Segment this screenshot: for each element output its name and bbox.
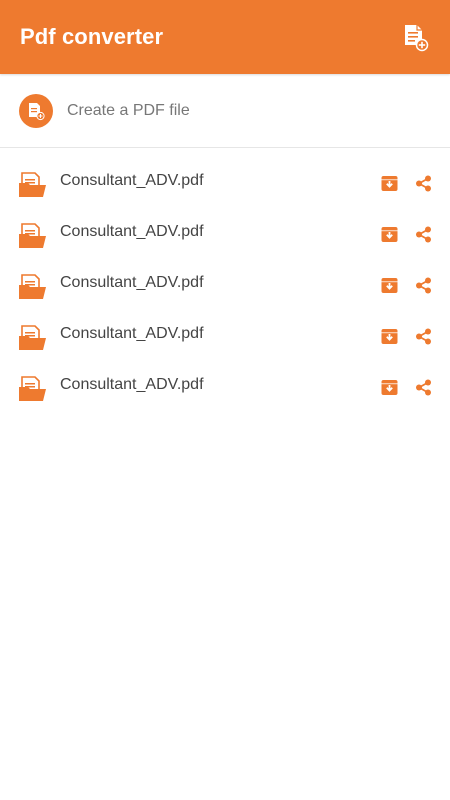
file-list-item[interactable]: Consultant_ADV.pdf xyxy=(0,362,450,413)
create-pdf-icon-badge xyxy=(19,93,53,128)
save-button[interactable] xyxy=(380,174,398,192)
file-name: Consultant_ADV.pdf xyxy=(60,171,204,189)
file-name: Consultant_ADV.pdf xyxy=(60,324,204,342)
new-pdf-button[interactable] xyxy=(398,20,432,54)
pdf-folder-icon xyxy=(19,273,46,299)
share-icon xyxy=(415,175,431,191)
file-name: Consultant_ADV.pdf xyxy=(60,375,204,393)
pdf-folder-icon xyxy=(19,222,46,248)
file-list-item[interactable]: Consultant_ADV.pdf xyxy=(0,311,450,362)
download-box-icon xyxy=(381,379,397,395)
file-list: Consultant_ADV.pdf Consultant_ADV.pdf Co… xyxy=(0,148,450,413)
share-button[interactable] xyxy=(414,378,432,396)
pdf-folder-icon xyxy=(19,324,46,350)
download-box-icon xyxy=(381,226,397,242)
file-name: Consultant_ADV.pdf xyxy=(60,273,204,291)
share-icon xyxy=(415,277,431,293)
share-button[interactable] xyxy=(414,327,432,345)
share-icon xyxy=(415,328,431,344)
share-button[interactable] xyxy=(414,174,432,192)
share-icon xyxy=(415,226,431,242)
save-button[interactable] xyxy=(380,225,398,243)
file-list-item[interactable]: Consultant_ADV.pdf xyxy=(0,158,450,209)
save-button[interactable] xyxy=(380,327,398,345)
add-document-icon xyxy=(29,102,45,120)
share-icon xyxy=(415,379,431,395)
create-pdf-label: Create a PDF file xyxy=(67,101,190,119)
share-button[interactable] xyxy=(414,225,432,243)
app-bar: Pdf converter xyxy=(0,0,450,74)
save-button[interactable] xyxy=(380,378,398,396)
pdf-folder-icon xyxy=(19,375,46,401)
file-list-item[interactable]: Consultant_ADV.pdf xyxy=(0,260,450,311)
pdf-folder-icon xyxy=(19,171,46,197)
download-box-icon xyxy=(381,277,397,293)
file-name: Consultant_ADV.pdf xyxy=(60,222,204,240)
share-button[interactable] xyxy=(414,276,432,294)
create-pdf-row[interactable]: Create a PDF file xyxy=(0,74,450,148)
download-box-icon xyxy=(381,175,397,191)
download-box-icon xyxy=(381,328,397,344)
save-button[interactable] xyxy=(380,276,398,294)
app-title: Pdf converter xyxy=(20,24,164,49)
add-document-icon xyxy=(405,25,429,52)
file-list-item[interactable]: Consultant_ADV.pdf xyxy=(0,209,450,260)
